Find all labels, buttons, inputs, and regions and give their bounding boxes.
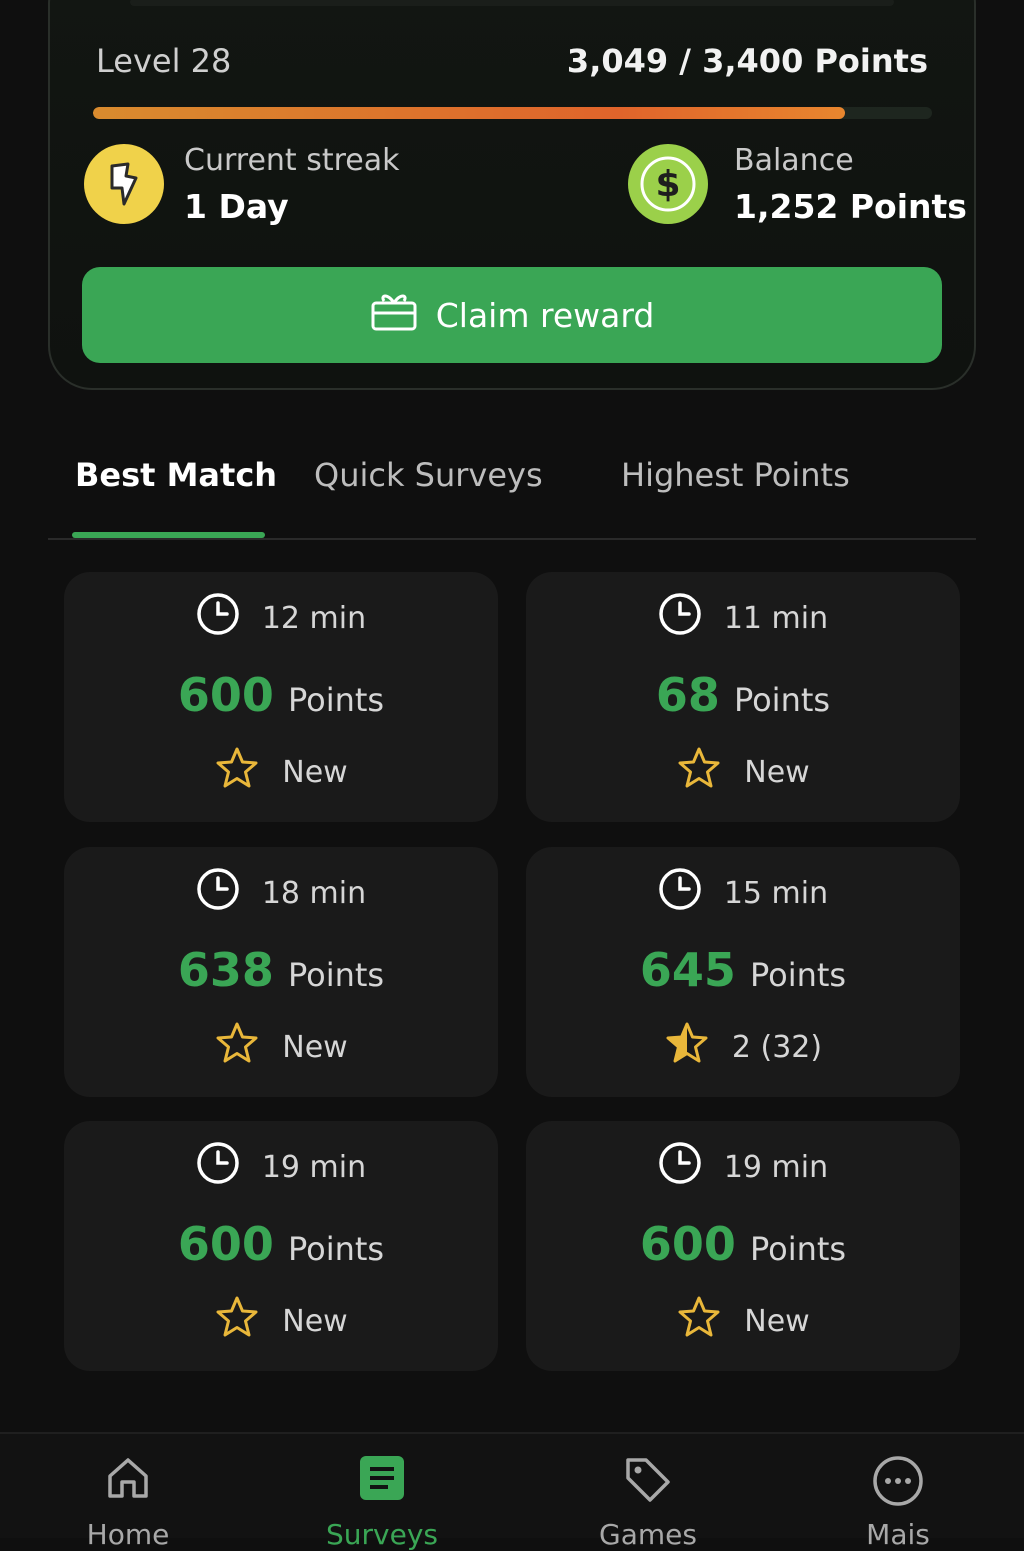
survey-duration: 18 min — [261, 875, 367, 911]
survey-duration: 15 min — [723, 875, 829, 911]
star-outline-icon — [676, 746, 722, 798]
survey-rating: New — [282, 1029, 348, 1065]
level-label: Level 28 — [96, 42, 232, 80]
survey-card[interactable]: 15 min 645 Points 2 (32) — [526, 847, 960, 1097]
survey-duration: 11 min — [723, 600, 829, 636]
balance-value: 1,252 Points — [734, 187, 967, 226]
survey-points-unit: Points — [287, 956, 385, 994]
survey-points-value: 600 — [177, 668, 274, 722]
balance-label: Balance — [734, 143, 854, 178]
clock-icon — [658, 592, 702, 644]
gift-icon — [370, 289, 418, 341]
streak-label: Current streak — [184, 143, 400, 178]
claim-reward-button[interactable]: Claim reward — [82, 267, 942, 363]
survey-card[interactable]: 11 min 68 Points New — [526, 572, 960, 822]
points-progress-label: 3,049 / 3,400 Points — [566, 42, 928, 80]
survey-points-unit: Points — [749, 956, 847, 994]
star-half-icon — [664, 1021, 710, 1073]
survey-points-unit: Points — [287, 1230, 385, 1268]
clock-icon — [196, 592, 240, 644]
tab-quick-surveys[interactable]: Quick Surveys — [314, 456, 543, 494]
survey-points-value: 645 — [639, 943, 736, 997]
clock-icon — [196, 1141, 240, 1193]
survey-rating: New — [282, 754, 348, 790]
survey-points-value: 600 — [639, 1217, 736, 1271]
clock-icon — [658, 1141, 702, 1193]
survey-rating: New — [282, 1303, 348, 1339]
level-progress-fill — [93, 107, 846, 119]
star-outline-icon — [214, 1021, 260, 1073]
survey-tabs: Best Match Quick Surveys Highest Points — [48, 440, 976, 540]
survey-duration: 12 min — [261, 600, 367, 636]
level-progress-bar — [93, 107, 932, 119]
survey-points-value: 600 — [177, 1217, 274, 1271]
survey-duration: 19 min — [723, 1149, 829, 1185]
survey-card[interactable]: 12 min 600 Points New — [64, 572, 498, 822]
tab-highest-points[interactable]: Highest Points — [621, 456, 850, 494]
home-icon — [48, 1454, 208, 1502]
streak-value: 1 Day — [184, 187, 289, 226]
active-tab-indicator — [72, 532, 265, 538]
svg-text:$: $ — [655, 164, 680, 205]
card-edge-strip — [130, 0, 894, 6]
clock-icon — [196, 867, 240, 919]
bottom-navigation: Home Surveys Games Mais — [0, 1432, 1024, 1551]
survey-points-value: 638 — [177, 943, 274, 997]
survey-points-value: 68 — [655, 668, 720, 722]
survey-points-unit: Points — [749, 1230, 847, 1268]
survey-rating: 2 (32) — [731, 1029, 823, 1065]
nav-games[interactable]: Games — [568, 1434, 728, 1551]
survey-card[interactable]: 19 min 600 Points New — [526, 1121, 960, 1371]
nav-home-label: Home — [86, 1518, 170, 1551]
surveys-icon — [302, 1454, 462, 1502]
nav-games-label: Games — [599, 1518, 697, 1551]
nav-surveys-label: Surveys — [326, 1518, 438, 1551]
star-outline-icon — [214, 746, 260, 798]
survey-points-unit: Points — [733, 681, 831, 719]
clock-icon — [658, 867, 702, 919]
streak-icon — [84, 144, 164, 224]
survey-card[interactable]: 19 min 600 Points New — [64, 1121, 498, 1371]
star-outline-icon — [676, 1295, 722, 1347]
star-outline-icon — [214, 1295, 260, 1347]
claim-reward-label: Claim reward — [435, 295, 655, 335]
dollar-icon: $ — [628, 144, 708, 224]
nav-more-label: Mais — [866, 1518, 930, 1551]
survey-points-unit: Points — [287, 681, 385, 719]
tab-best-match[interactable]: Best Match — [75, 456, 277, 494]
survey-rating: New — [744, 1303, 810, 1339]
survey-duration: 19 min — [261, 1149, 367, 1185]
survey-rating: New — [744, 754, 810, 790]
nav-surveys[interactable]: Surveys — [302, 1434, 462, 1551]
survey-card[interactable]: 18 min 638 Points New — [64, 847, 498, 1097]
tag-icon — [568, 1454, 728, 1506]
nav-more[interactable]: Mais — [818, 1434, 978, 1551]
nav-home[interactable]: Home — [48, 1434, 208, 1551]
more-icon — [818, 1454, 978, 1508]
